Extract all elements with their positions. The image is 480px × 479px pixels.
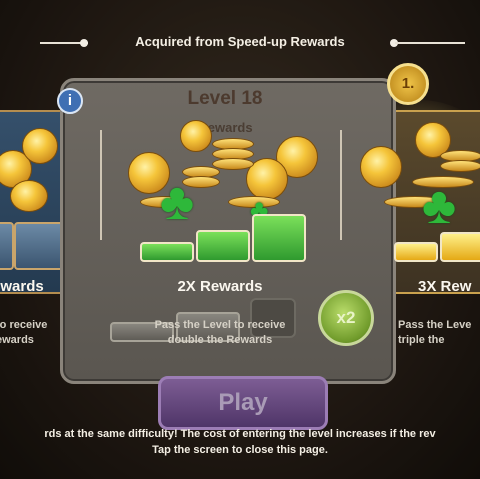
progress-bar-segment	[252, 214, 306, 262]
coin-icon	[360, 146, 402, 188]
progress-bar-segment	[196, 230, 250, 262]
card-desc-2x: Pass the Level to receive double the Rew…	[130, 318, 310, 348]
progress-bar-segment	[140, 242, 194, 262]
multiplier-badge: x2	[318, 290, 374, 346]
coin-stack-icon	[440, 160, 480, 172]
clover-icon: ♣	[422, 177, 457, 235]
footer-line-1: rds at the same difficulty! The cost of …	[44, 428, 436, 440]
clover-icon: ♣	[160, 173, 195, 231]
card-desc-1x: to receive ewards	[0, 318, 76, 348]
desc-line: triple the	[398, 334, 445, 346]
rewards-subheader: Rewards	[198, 120, 253, 135]
progress-bar-segment	[0, 222, 14, 270]
coin-icon	[180, 120, 212, 152]
desc-line: ewards	[0, 334, 34, 346]
card-title-3x: 3X Rew	[418, 278, 472, 295]
coin-stack-icon	[212, 158, 254, 170]
level-title: Level 18	[187, 88, 263, 109]
footer-close-hint: Tap the screen to close this page.	[152, 444, 328, 456]
desc-line: Pass the Level to receive	[154, 319, 286, 331]
header-line-right	[395, 42, 465, 44]
coin-icon	[10, 180, 48, 212]
desc-line: to receive	[0, 319, 48, 331]
divider	[340, 130, 342, 240]
divider	[100, 130, 102, 240]
desc-line: double the Rewards	[167, 334, 273, 346]
card-title-2x: 2X Rewards	[177, 278, 263, 295]
level-badge-icon: 1.	[387, 63, 429, 105]
card-title-1x: ewards	[0, 278, 44, 295]
desc-line: Pass the Leve	[398, 319, 472, 331]
card-desc-3x: Pass the Leve triple the	[398, 318, 480, 348]
progress-bar-segment	[440, 232, 480, 262]
progress-bar-segment	[394, 242, 438, 262]
progress-bar-segment	[14, 222, 66, 270]
coin-icon	[22, 128, 58, 164]
play-button[interactable]: Play	[158, 376, 328, 430]
